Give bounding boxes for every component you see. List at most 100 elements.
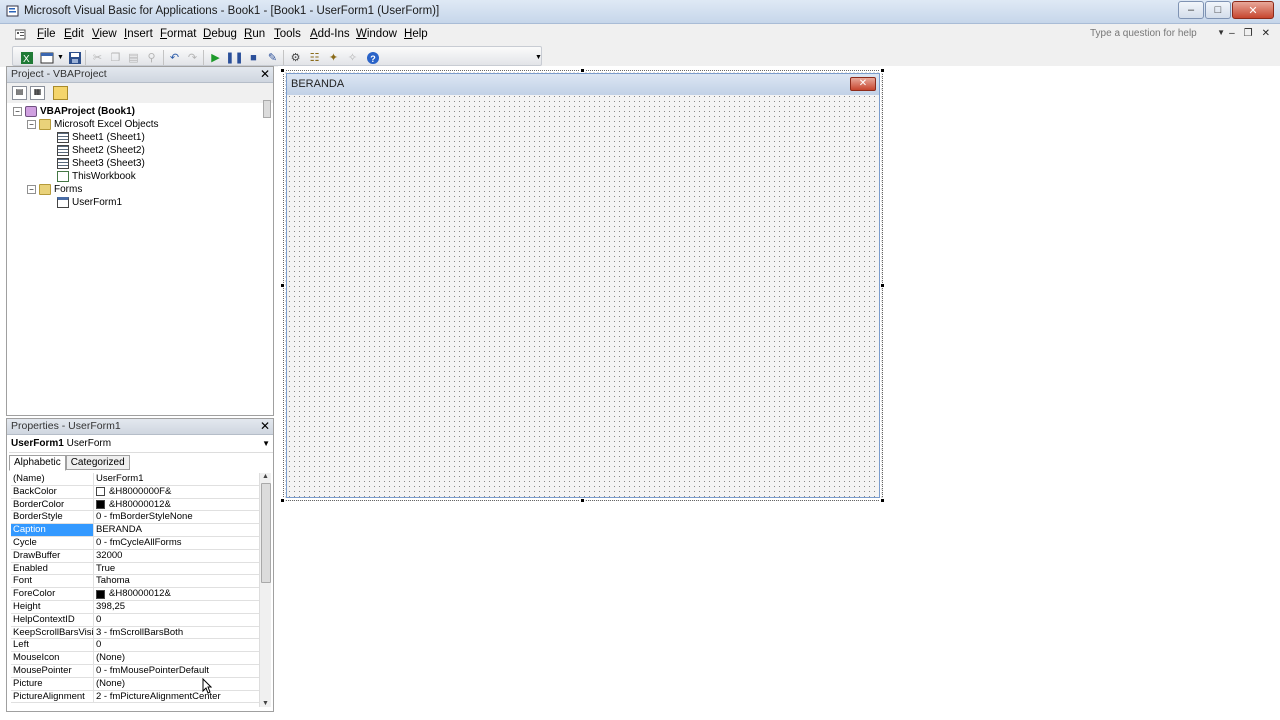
property-row[interactable]: HelpContextID 0 xyxy=(11,613,259,627)
resize-handle[interactable] xyxy=(280,498,285,503)
resize-handle[interactable] xyxy=(580,68,585,73)
properties-window-icon[interactable]: ☷ xyxy=(307,50,322,65)
userform-title-bar[interactable]: BERANDA ✕ xyxy=(287,74,879,95)
property-name[interactable]: MousePointer xyxy=(11,665,94,677)
menu-run[interactable]: Run xyxy=(244,28,265,40)
property-name[interactable]: MouseIcon xyxy=(11,652,94,665)
paste-icon[interactable]: ▤ xyxy=(126,50,141,65)
property-value[interactable]: BERANDA xyxy=(96,524,258,536)
resize-handle[interactable] xyxy=(880,283,885,288)
property-row[interactable]: BorderColor &H80000012& xyxy=(11,498,259,512)
property-name[interactable]: Picture xyxy=(11,677,94,690)
property-row[interactable]: ForeColor &H80000012& xyxy=(11,588,259,601)
tree-node-sheet1[interactable]: Sheet1 (Sheet1) xyxy=(57,132,145,143)
property-row[interactable]: Cycle 0 - fmCycleAllForms xyxy=(11,537,259,550)
view-object-icon[interactable]: ▦ xyxy=(30,86,45,100)
userform-canvas[interactable]: BERANDA ✕ xyxy=(286,73,880,498)
property-row[interactable]: Caption BERANDA xyxy=(11,524,259,537)
property-name[interactable]: PictureAlignment xyxy=(11,690,94,703)
property-name[interactable]: Font xyxy=(11,575,94,588)
object-browser-icon[interactable]: ✦ xyxy=(326,50,341,65)
toolbox-icon[interactable]: ✧ xyxy=(345,50,360,65)
minimize-button[interactable]: – xyxy=(1178,1,1204,19)
property-value[interactable]: 398,25 xyxy=(96,601,258,613)
tree-node-userform1[interactable]: UserForm1 xyxy=(57,197,122,208)
view-code-icon[interactable]: ▤ xyxy=(12,86,27,100)
property-row[interactable]: BorderStyle 0 - fmBorderStyleNone xyxy=(11,511,259,525)
property-row[interactable]: Height 398,25 xyxy=(11,601,259,614)
toolbar-options-icon[interactable]: ▼ xyxy=(531,50,546,65)
property-name[interactable]: KeepScrollBarsVisible xyxy=(11,626,94,639)
close-icon[interactable]: ✕ xyxy=(260,419,270,433)
tree-node-excel-objects[interactable]: − Microsoft Excel Objects xyxy=(27,119,158,130)
close-window-button[interactable]: ✕ xyxy=(1232,1,1274,19)
undo-icon[interactable]: ↶ xyxy=(167,50,182,65)
tree-node-sheet2[interactable]: Sheet2 (Sheet2) xyxy=(57,145,145,156)
menu-help[interactable]: Help xyxy=(404,28,428,40)
save-icon[interactable] xyxy=(67,50,82,65)
property-value[interactable]: &H80000012& xyxy=(96,588,258,600)
property-row[interactable]: (Name) UserForm1 xyxy=(11,473,259,486)
tree-node-forms[interactable]: − Forms xyxy=(27,184,82,195)
cut-icon[interactable]: ✂ xyxy=(90,50,105,65)
tab-alphabetic[interactable]: Alphabetic xyxy=(9,455,66,471)
design-mode-icon[interactable]: ✎ xyxy=(265,50,280,65)
property-name[interactable]: BackColor xyxy=(11,485,94,498)
property-row[interactable]: PictureAlignment 2 - fmPictureAlignmentCe… xyxy=(11,690,259,704)
property-name[interactable]: ForeColor xyxy=(11,588,94,601)
maximize-button[interactable]: □ xyxy=(1205,1,1231,19)
property-name[interactable]: Caption xyxy=(11,524,94,537)
scrollbar[interactable] xyxy=(263,100,271,118)
property-row[interactable]: KeepScrollBarsVisible3 - fmScrollBarsBot… xyxy=(11,626,259,640)
resize-handle[interactable] xyxy=(880,68,885,73)
property-value[interactable]: Tahoma xyxy=(96,575,258,587)
help-icon[interactable]: ? xyxy=(365,50,380,65)
property-value[interactable]: 0 - fmCycleAllForms xyxy=(96,537,258,549)
mdi-restore-icon[interactable]: ❐ xyxy=(1244,28,1253,39)
mdi-minimize-icon[interactable]: – xyxy=(1229,28,1235,39)
close-icon[interactable]: ✕ xyxy=(850,77,876,91)
scroll-down-icon[interactable]: ▼ xyxy=(262,700,269,707)
property-value[interactable]: (None) xyxy=(96,678,258,690)
resize-handle[interactable] xyxy=(280,283,285,288)
view-excel-icon[interactable]: X xyxy=(19,50,34,65)
property-value[interactable]: 0 - fmMousePointerDefault xyxy=(96,665,258,677)
resize-handle[interactable] xyxy=(880,498,885,503)
reset-icon[interactable]: ■ xyxy=(246,50,261,65)
chevron-down-icon[interactable]: ▼ xyxy=(1217,28,1225,37)
property-value[interactable]: UserForm1 xyxy=(96,473,258,485)
menu-tools[interactable]: Tools xyxy=(274,28,301,40)
property-row[interactable]: BackColor &H8000000F& xyxy=(11,485,259,499)
property-value[interactable]: 0 xyxy=(96,639,258,651)
help-search-input[interactable]: Type a question for help ▼ xyxy=(1086,26,1228,43)
menu-debug[interactable]: Debug xyxy=(203,28,237,40)
property-name[interactable]: BorderColor xyxy=(11,498,94,511)
insert-dropdown-icon[interactable]: ▼ xyxy=(53,50,68,65)
property-value[interactable]: 0 xyxy=(96,614,258,626)
redo-icon[interactable]: ↷ xyxy=(185,50,200,65)
property-name[interactable]: BorderStyle xyxy=(11,511,94,524)
chevron-down-icon[interactable]: ▼ xyxy=(262,439,270,448)
scroll-up-icon[interactable]: ▲ xyxy=(262,473,269,480)
property-value[interactable]: &H80000012& xyxy=(96,499,258,511)
tree-node-sheet3[interactable]: Sheet3 (Sheet3) xyxy=(57,158,145,169)
property-row[interactable]: MouseIcon (None) xyxy=(11,652,259,665)
menu-window[interactable]: Window xyxy=(356,28,397,40)
property-row[interactable]: Font Tahoma xyxy=(11,575,259,589)
property-value[interactable]: 0 - fmBorderStyleNone xyxy=(96,511,258,523)
object-selector[interactable]: UserForm1 UserForm ▼ xyxy=(9,437,273,453)
mdi-close-icon[interactable]: ✕ xyxy=(1262,28,1270,39)
tree-node-thisworkbook[interactable]: ThisWorkbook xyxy=(57,171,136,182)
property-row[interactable]: Picture (None) xyxy=(11,677,259,691)
menu-insert[interactable]: Insert xyxy=(124,28,153,40)
resize-handle[interactable] xyxy=(280,68,285,73)
find-icon[interactable]: ⚲ xyxy=(144,50,159,65)
project-explorer-icon[interactable]: ⚙ xyxy=(288,50,303,65)
menu-format[interactable]: Format xyxy=(160,28,196,40)
property-value[interactable]: 3 - fmScrollBarsBoth xyxy=(96,627,258,639)
collapse-icon[interactable]: − xyxy=(13,107,22,116)
copy-icon[interactable]: ❐ xyxy=(108,50,123,65)
run-icon[interactable]: ▶ xyxy=(208,50,223,65)
property-value[interactable]: 32000 xyxy=(96,550,258,562)
menu-view[interactable]: View xyxy=(92,28,117,40)
